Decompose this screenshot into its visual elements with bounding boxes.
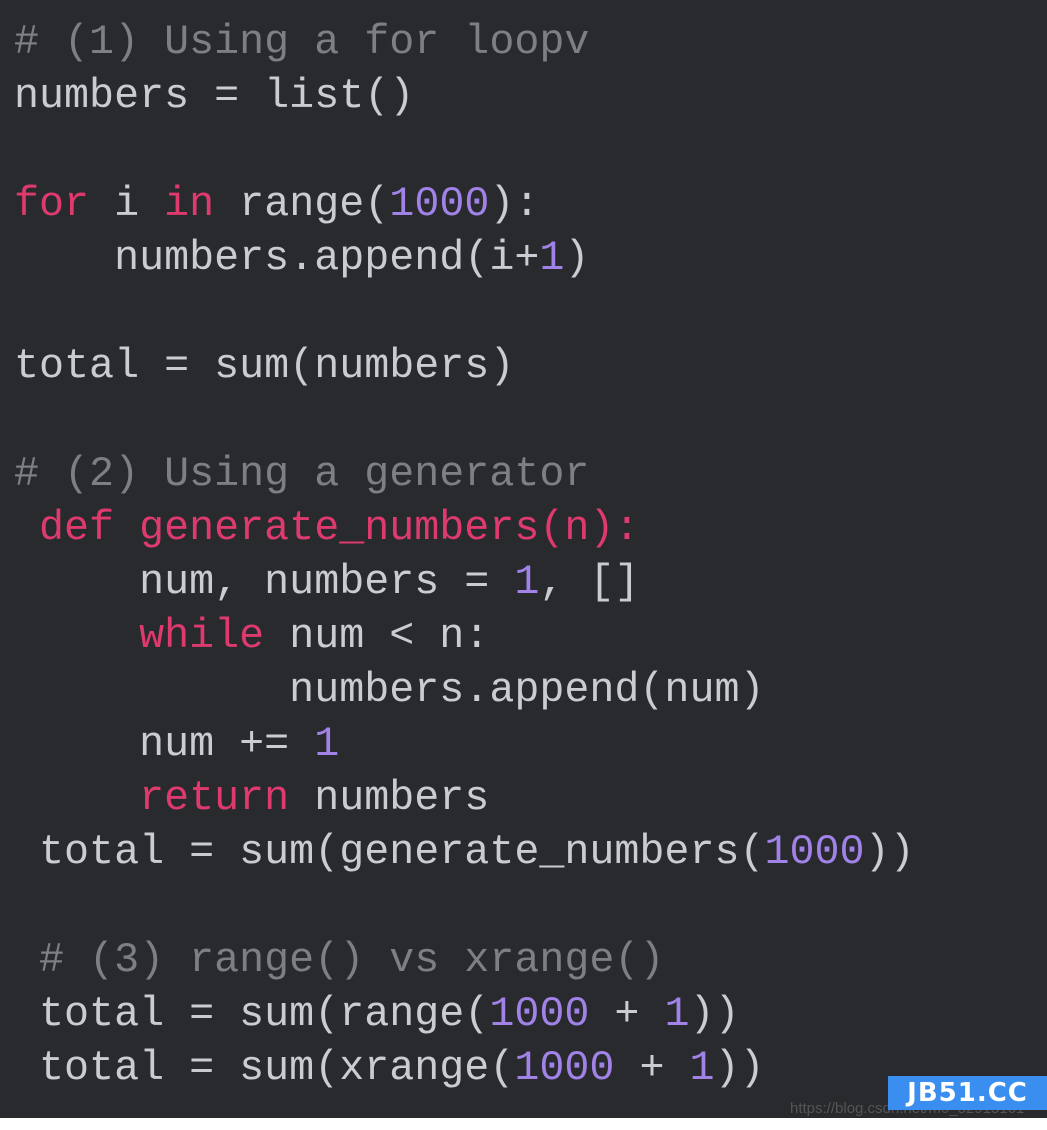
code-token: num += — [14, 720, 315, 768]
comment-token: # (2) Using a generator — [14, 450, 590, 498]
comment-token: # (3) range() vs xrange() — [14, 936, 665, 984]
code-token: ) — [564, 234, 590, 282]
code-line: numbers.append(num) — [14, 663, 765, 717]
keyword-token: def generate_numbers(n): — [14, 504, 640, 552]
code-line: total = sum(range(1000 + 1)) — [14, 987, 740, 1041]
keyword-token: for — [14, 180, 90, 228]
keyword-token: while — [14, 612, 265, 660]
code-token: numbers = list() — [14, 72, 415, 120]
number-token: 1 — [314, 720, 340, 768]
code-line: total = sum(numbers) — [14, 339, 514, 393]
code-token: + — [589, 990, 665, 1038]
code-line: total = sum(xrange(1000 + 1)) — [14, 1041, 765, 1095]
code-token: i — [89, 180, 165, 228]
code-token: num, numbers = — [14, 558, 515, 606]
number-token: 1 — [539, 234, 565, 282]
number-token: 1000 — [514, 1044, 615, 1092]
code-token: numbers — [289, 774, 490, 822]
code-line: # (3) range() vs xrange() — [14, 933, 664, 987]
number-token: 1000 — [489, 990, 590, 1038]
keyword-token: in — [164, 180, 215, 228]
code-token: total = sum(xrange( — [14, 1044, 515, 1092]
code-token: total = sum(generate_numbers( — [14, 828, 765, 876]
number-token: 1 — [664, 990, 690, 1038]
code-token: num < n: — [264, 612, 490, 660]
code-line: # (2) Using a generator — [14, 447, 589, 501]
code-token: + — [614, 1044, 690, 1092]
code-line: for i in range(1000): — [14, 177, 539, 231]
code-token: , [] — [539, 558, 640, 606]
code-line: total = sum(generate_numbers(1000)) — [14, 825, 915, 879]
code-token: total = sum(range( — [14, 990, 490, 1038]
code-token: )) — [864, 828, 915, 876]
number-token: 1 — [514, 558, 540, 606]
comment-token: # (1) Using a for loopv — [14, 18, 590, 66]
code-line: num, numbers = 1, [] — [14, 555, 639, 609]
code-token: numbers.append(num) — [14, 666, 765, 714]
code-line: num += 1 — [14, 717, 339, 771]
code-token: range( — [214, 180, 390, 228]
number-token: 1 — [689, 1044, 715, 1092]
number-token: 1000 — [764, 828, 865, 876]
code-line: numbers = list() — [14, 69, 414, 123]
code-token: ): — [489, 180, 540, 228]
code-token: )) — [714, 1044, 765, 1092]
keyword-token: return — [14, 774, 290, 822]
code-block: # (1) Using a for loopv numbers = list() f… — [0, 0, 1047, 1118]
code-line: while num < n: — [14, 609, 489, 663]
code-token: total = sum(numbers) — [14, 342, 515, 390]
watermark-logo: JB51.CC — [888, 1076, 1047, 1110]
code-token: )) — [689, 990, 740, 1038]
code-line: return numbers — [14, 771, 489, 825]
code-line: # (1) Using a for loopv — [14, 15, 589, 69]
number-token: 1000 — [389, 180, 490, 228]
code-line: numbers.append(i+1) — [14, 231, 589, 285]
code-line: def generate_numbers(n): — [14, 501, 639, 555]
code-token: numbers.append(i+ — [14, 234, 540, 282]
